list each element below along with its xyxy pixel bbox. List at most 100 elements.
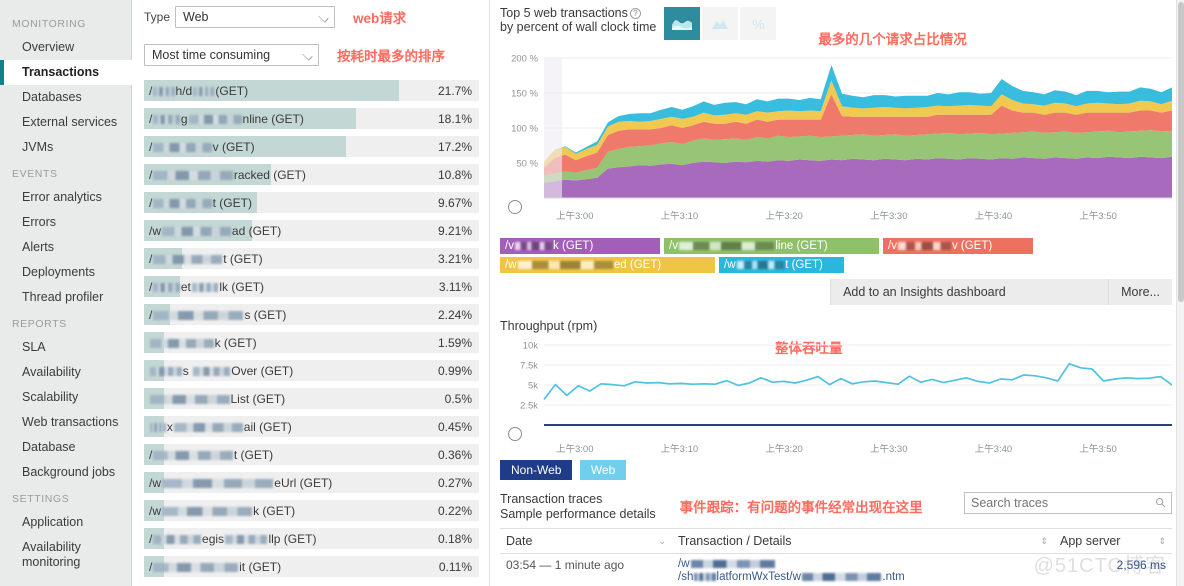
sidebar-item-external-services[interactable]: External services [0, 110, 131, 135]
column-header-date[interactable]: Date ⌄ [500, 528, 672, 554]
transaction-percent: 0.5% [444, 391, 472, 406]
transaction-percent: 9.21% [437, 223, 472, 238]
legend-chip[interactable]: /v k (GET) [500, 238, 660, 254]
transaction-name: /w k (GET) [149, 503, 296, 518]
vertical-scrollbar[interactable] [1176, 0, 1184, 586]
type-select[interactable]: Web [175, 6, 336, 28]
transaction-name: / h/d (GET) [149, 83, 249, 98]
add-to-insights-dashboard-button[interactable]: Add to an Insights dashboard [830, 279, 1109, 305]
sidebar-item-scalability[interactable]: Scalability [0, 385, 131, 410]
transaction-percent: 1.59% [437, 335, 472, 350]
sidebar-item-jvms[interactable]: JVMs [0, 135, 131, 160]
annotation-web-request: web请求 [353, 11, 407, 26]
transaction-row[interactable]: k (GET) 1.59% [144, 332, 479, 353]
legend-chip[interactable]: /v v (GET) [883, 238, 1033, 254]
column-header-transaction-details[interactable]: Transaction / Details ⇕ [672, 528, 1054, 554]
transaction-percent: 3.11% [438, 279, 472, 294]
sidebar-item-availability-monitoring[interactable]: Availability monitoring [0, 535, 131, 575]
more-button[interactable]: More... [1108, 279, 1172, 305]
transaction-name: s Over (GET) [144, 364, 438, 378]
sidebar-item-background-jobs[interactable]: Background jobs [0, 460, 131, 485]
top-chart-subtitle: by percent of wall clock time [500, 20, 657, 34]
x-tick: 上午3:20 [765, 444, 803, 455]
table-row[interactable]: 03:54 — 1 minute ago/w/sh latformWxTest/w… [500, 553, 1172, 586]
sidebar-group-title-monitoring: MONITORING [12, 18, 87, 30]
transaction-row[interactable]: / t (GET) 3.21% [144, 248, 479, 269]
transaction-row[interactable]: /w k (GET) 0.22% [144, 500, 479, 521]
top-chart-legend: /v k (GET)/v line (GET)/v v (GET) /w ed (GET)… [500, 238, 1172, 276]
transaction-row[interactable]: / s (GET) 2.24% [144, 304, 479, 325]
sidebar-item-errors[interactable]: Errors [0, 210, 131, 235]
legend-non-web[interactable]: Non-Web [500, 460, 573, 480]
type-select-value: Web [183, 10, 209, 24]
sidebar-item-deployments[interactable]: Deployments [0, 260, 131, 285]
transaction-row[interactable]: / racked (GET) 10.8% [144, 164, 479, 185]
traces-table: Date ⌄ Transaction / Details ⇕ App server ⇕… [500, 528, 1172, 586]
sidebar-item-database[interactable]: Database [0, 435, 131, 460]
sidebar-item-thread-profiler[interactable]: Thread profiler [0, 285, 131, 310]
help-circle-icon[interactable]: ? [629, 8, 641, 19]
sidebar-item-databases[interactable]: Databases [0, 85, 131, 110]
sidebar-item-application[interactable]: Application [0, 510, 131, 535]
sidebar-item-web-transactions[interactable]: Web transactions [0, 410, 131, 435]
mountain-chart-toggle[interactable] [702, 7, 739, 40]
sidebar-item-transactions[interactable]: Transactions [0, 60, 132, 85]
legend-chip[interactable]: /w ed (GET) [500, 257, 715, 273]
transaction-row[interactable]: / t (GET) 9.67% [144, 192, 479, 213]
sidebar-item-sla[interactable]: SLA [0, 335, 131, 360]
sidebar-item-alerts[interactable]: Alerts [0, 235, 131, 260]
legend-chip[interactable]: /w t (GET) [719, 257, 844, 273]
transaction-percent: 21.7% [437, 83, 472, 98]
x-tick: 上午3:00 [556, 444, 594, 455]
search-icon [1156, 498, 1166, 508]
top-chart-title: Top 5 web transactions? [500, 6, 656, 20]
traces-subtitle: Sample performance details [500, 507, 656, 521]
transaction-name: / et lk (GET) [149, 279, 265, 294]
trace-date: 03:54 — 1 minute ago [500, 553, 672, 586]
transaction-row[interactable]: / t (GET) 0.36% [144, 444, 479, 465]
transaction-row[interactable]: x ail (GET) 0.45% [144, 416, 479, 437]
transaction-row[interactable]: / h/d (GET) 21.7% [144, 80, 479, 101]
transaction-row[interactable]: / et lk (GET) 3.11% [144, 276, 479, 297]
scrollbar-thumb[interactable] [1178, 2, 1184, 302]
transaction-row[interactable]: / it (GET) 0.11% [144, 556, 479, 577]
transaction-row[interactable]: /w eUrl (GET) 0.27% [144, 472, 479, 493]
transaction-row[interactable]: / egis llp (GET) 0.18% [144, 528, 479, 549]
sidebar-nav: MONITORING Overview Transactions Databases E… [0, 10, 132, 575]
sidebar-item-overview[interactable]: Overview [0, 35, 131, 60]
legend-chip[interactable]: /v line (GET) [664, 238, 879, 254]
transaction-row[interactable]: s Over (GET) 0.99% [144, 360, 479, 381]
trace-duration: 2,596 ms [1054, 553, 1172, 586]
transaction-row[interactable]: / g nline (GET) 18.1% [144, 108, 479, 129]
transaction-percent: 17.2% [437, 139, 472, 154]
x-tick: 上午3:10 [660, 211, 699, 222]
transaction-row[interactable]: List (GET) 0.5% [144, 388, 479, 409]
chart-scrubber-handle[interactable] [508, 200, 522, 214]
transaction-percent: 0.22% [437, 503, 472, 518]
percent-toggle[interactable]: % [740, 7, 777, 40]
area-chart-toggle[interactable] [664, 7, 701, 40]
sidebar-item-error-analytics[interactable]: Error analytics [0, 185, 131, 210]
x-tick: 上午3:00 [556, 211, 594, 222]
search-traces-input[interactable] [964, 492, 1172, 514]
transaction-row[interactable]: / v (GET) 17.2% [144, 136, 479, 157]
top-area-chart[interactable]: 50 % 100 % 150 % 200 % 上午3:00 上午3:10 上午3:20 上午… [500, 42, 1172, 234]
transaction-bar-list: / h/d (GET) 21.7% / g nline (GET) 18.1% / v (GET)… [144, 80, 479, 577]
transaction-row[interactable]: /w ad (GET) 9.21% [144, 220, 479, 241]
legend-web[interactable]: Web [579, 460, 627, 480]
trace-transaction-details[interactable]: /w/sh latformWxTest/w .ntm [672, 553, 1054, 586]
transaction-name: /w ad (GET) [149, 223, 282, 238]
throughput-scrubber-handle[interactable] [508, 427, 522, 441]
transaction-percent: 0.45% [437, 419, 472, 434]
sidebar-item-availability[interactable]: Availability [0, 360, 131, 385]
transaction-percent: 0.99% [437, 363, 472, 378]
search-traces-wrap [964, 492, 1172, 514]
transaction-name: / g nline (GET) [149, 111, 304, 126]
transaction-name: / racked (GET) [149, 167, 306, 182]
chart-type-toggle-group: % [664, 7, 778, 40]
column-header-app-server[interactable]: App server ⇕ [1054, 528, 1172, 554]
svg-text:200 %: 200 % [511, 54, 538, 65]
throughput-x-axis: 上午3:00 上午3:10 上午3:20 上午3:30 上午3:40 上午3:50 [500, 443, 1172, 457]
traces-table-header-row: Date ⌄ Transaction / Details ⇕ App server ⇕ [500, 528, 1172, 554]
sort-select[interactable]: Most time consuming [144, 44, 319, 66]
